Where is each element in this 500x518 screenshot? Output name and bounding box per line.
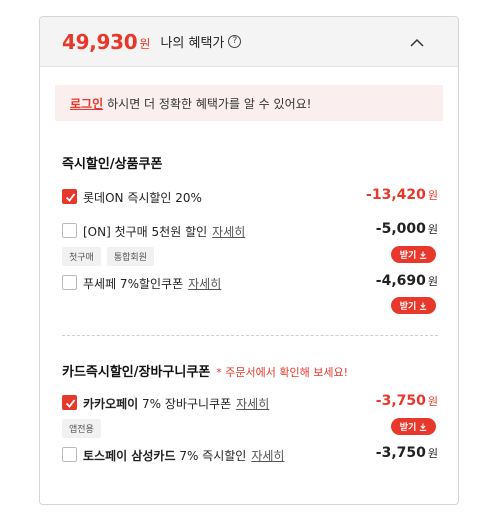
coupon-amount-value: -5,000 xyxy=(375,221,426,237)
info-icon[interactable]: ? xyxy=(228,35,242,48)
download-button-label: 받기 xyxy=(399,423,417,433)
chevron-up-icon[interactable] xyxy=(410,35,424,49)
download-icon xyxy=(419,423,427,431)
coupon-amount: -3,750 원 xyxy=(376,445,438,461)
coupon-tags: 앱전용 xyxy=(62,419,101,438)
section-divider xyxy=(62,335,438,336)
coupon-amount: -4,690 원 xyxy=(376,273,438,289)
coupon-row: 푸세페 7%할인쿠폰 자세히 -4,690 원 xyxy=(62,273,438,293)
login-notice-message: 하시면 더 정확한 혜택가를 알 수 있어요! xyxy=(107,96,312,111)
coupon-tags: 첫구매 통합회원 xyxy=(62,247,154,266)
instant-section-title: 즉시할인/상품쿠폰 xyxy=(62,157,163,172)
detail-link[interactable]: 자세히 xyxy=(236,397,269,411)
coupon-amount-unit: 원 xyxy=(427,275,438,288)
coupon-amount-value: -13,420 xyxy=(366,187,426,203)
coupon-amount-unit: 원 xyxy=(427,223,438,236)
download-button-label: 받기 xyxy=(399,302,417,312)
card-section-note: * 주문서에서 확인해 보세요! xyxy=(216,366,348,379)
download-icon xyxy=(419,251,427,259)
coupon-label-brand: 카카오페이 xyxy=(83,397,139,411)
coupon-checkbox[interactable] xyxy=(62,223,77,238)
coupon-tag: 첫구매 xyxy=(62,247,101,266)
login-notice: 로그인 하시면 더 정확한 혜택가를 알 수 있어요! xyxy=(55,85,443,121)
coupon-label: 토스페이 삼성카드 7% 즉시할인 자세히 xyxy=(83,447,284,464)
benefit-title: 나의 혜택가 xyxy=(160,36,225,51)
card-section-title-text: 카드즉시할인/장바구니쿠폰 xyxy=(62,365,211,380)
coupon-amount-unit: 원 xyxy=(427,395,438,408)
download-coupon-button[interactable]: 받기 xyxy=(391,246,436,263)
coupon-checkbox[interactable] xyxy=(62,189,77,204)
download-button-label: 받기 xyxy=(399,251,417,261)
coupon-amount-value: -3,750 xyxy=(375,445,426,461)
coupon-row: 카카오페이 7% 장바구니쿠폰 자세히 -3,750 원 xyxy=(62,393,438,413)
coupon-amount-unit: 원 xyxy=(427,447,438,460)
coupon-amount: -5,000 원 xyxy=(376,221,438,237)
coupon-checkbox[interactable] xyxy=(62,395,77,410)
coupon-label-text: [ON] 첫구매 5천원 할인 xyxy=(83,225,208,239)
login-link[interactable]: 로그인 xyxy=(70,95,103,112)
coupon-amount-unit: 원 xyxy=(427,189,438,202)
detail-link[interactable]: 자세히 xyxy=(188,277,221,291)
coupon-label-text: 푸세페 7%할인쿠폰 xyxy=(83,277,184,291)
coupon-row: 토스페이 삼성카드 7% 즉시할인 자세히 -3,750 원 xyxy=(62,445,438,465)
coupon-row: [ON] 첫구매 5천원 할인 자세히 -5,000 원 xyxy=(62,221,438,241)
coupon-checkbox[interactable] xyxy=(62,447,77,462)
benefit-price: 49,930 xyxy=(62,29,138,54)
benefit-header[interactable]: 49,930 원 나의 혜택가 ? xyxy=(40,17,458,67)
coupon-amount-value: -4,690 xyxy=(375,273,426,289)
benefit-price-unit: 원 xyxy=(139,37,151,51)
coupon-label: [ON] 첫구매 5천원 할인 자세히 xyxy=(83,223,245,240)
card-section-title: 카드즉시할인/장바구니쿠폰 * 주문서에서 확인해 보세요! xyxy=(62,361,348,380)
download-coupon-button[interactable]: 받기 xyxy=(391,418,436,435)
detail-link[interactable]: 자세히 xyxy=(251,449,284,463)
detail-link[interactable]: 자세히 xyxy=(212,225,245,239)
coupon-amount: -3,750 원 xyxy=(376,393,438,409)
download-coupon-button[interactable]: 받기 xyxy=(391,297,436,314)
coupon-label-text: 7% 장바구니쿠폰 xyxy=(142,397,232,411)
coupon-label: 카카오페이 7% 장바구니쿠폰 자세히 xyxy=(83,395,269,412)
coupon-label: 푸세페 7%할인쿠폰 자세히 xyxy=(83,275,221,292)
download-icon xyxy=(419,302,427,310)
coupon-amount: -13,420 원 xyxy=(366,187,438,203)
benefit-panel: 49,930 원 나의 혜택가 ? 로그인 하시면 더 정확한 혜택가를 알 수… xyxy=(39,16,459,505)
coupon-label: 롯데ON 즉시할인 20% xyxy=(83,191,202,205)
coupon-label-text: 7% 즉시할인 xyxy=(179,449,247,463)
coupon-label-brand: 토스페이 삼성카드 xyxy=(83,449,176,463)
coupon-row: 롯데ON 즉시할인 20% -13,420 원 xyxy=(62,187,438,207)
coupon-amount-value: -3,750 xyxy=(375,393,426,409)
coupon-checkbox[interactable] xyxy=(62,275,77,290)
coupon-tag: 통합회원 xyxy=(106,247,154,266)
coupon-tag: 앱전용 xyxy=(62,419,101,438)
